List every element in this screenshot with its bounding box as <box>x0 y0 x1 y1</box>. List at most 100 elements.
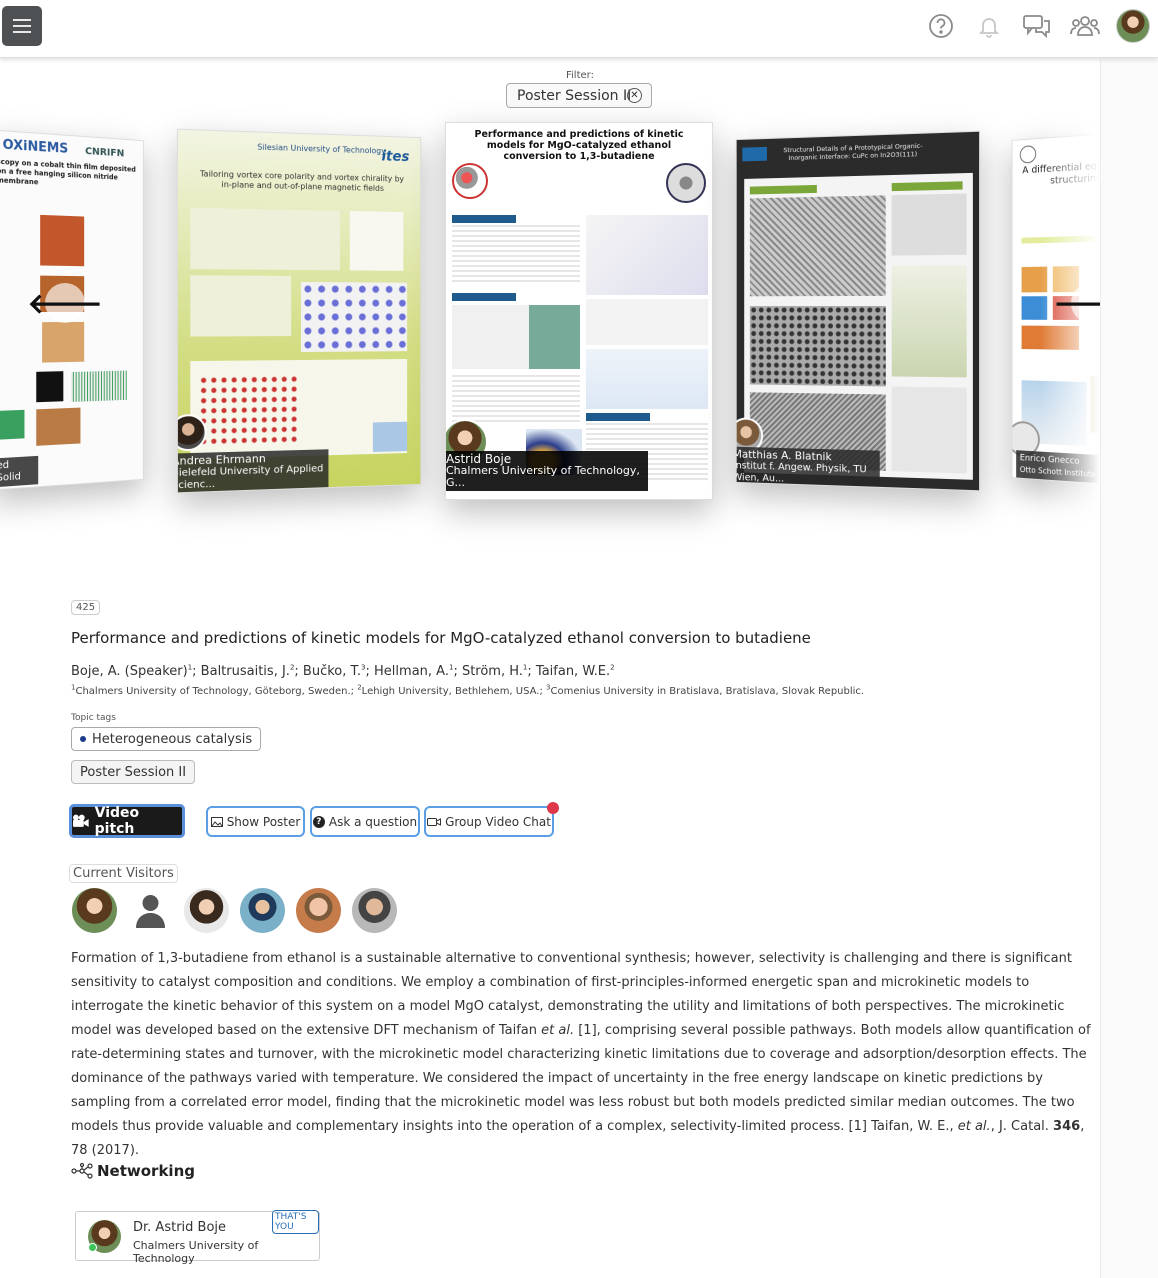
poster-card[interactable]: Structural Details of a Prototypical Org… <box>736 131 980 492</box>
poster-title: Tailoring vortex core polarity and vorte… <box>199 169 406 194</box>
affiliation-list: 1Chalmers University of Technology, Göte… <box>71 686 864 697</box>
topic-tags-label: Topic tags <box>71 713 116 723</box>
right-scroll-strip <box>1100 59 1158 1278</box>
presenter-affiliation: Bielefeld University of Applied Scienc..… <box>177 463 325 492</box>
menu-line <box>13 19 31 21</box>
abstract-emphasis: et al. <box>541 1023 574 1038</box>
poster-section-header <box>452 215 516 223</box>
poster-figure <box>350 211 404 271</box>
visitor-list <box>72 888 397 933</box>
poster-plot <box>71 371 127 402</box>
poster-text-block <box>190 208 340 271</box>
poster-title: Structural Details of a Prototypical Org… <box>775 141 932 162</box>
help-icon[interactable] <box>924 9 958 43</box>
poster-abstract: Formation of 1,3-butadiene from ethanol … <box>71 947 1091 1163</box>
carousel-prev-arrow-icon[interactable]: 🡐 <box>45 283 85 323</box>
ask-question-label: Ask a question <box>329 815 417 829</box>
filter-label: Filter: <box>566 70 594 81</box>
poster-plot <box>586 349 708 409</box>
presenter-affiliation: ed Solid <box>0 458 34 485</box>
group-video-chat-button[interactable]: Group Video Chat <box>424 806 554 837</box>
video-icon <box>427 817 441 827</box>
poster-title: Performance and predictions of kinetic m… <box>446 129 712 162</box>
abstract-text: [1], comprising several possible pathway… <box>71 1023 1091 1134</box>
chat-icon[interactable] <box>1020 9 1054 43</box>
video-pitch-label: Video pitch <box>95 805 182 837</box>
abstract-volume: 346 <box>1053 1119 1080 1134</box>
molecule-image <box>666 163 706 203</box>
visitor-avatar[interactable] <box>240 888 285 933</box>
poster-card-active[interactable]: Performance and predictions of kinetic m… <box>445 122 713 500</box>
poster-logo <box>1020 145 1036 164</box>
online-status-dot <box>88 1243 97 1252</box>
poster-id-badge: 425 <box>71 600 100 615</box>
poster-text-block <box>452 375 580 425</box>
poster-image <box>0 410 24 440</box>
topic-tag[interactable]: Heterogeneous catalysis <box>71 727 261 751</box>
presenter-affiliation: Chalmers University of Technology, G... <box>446 465 644 489</box>
poster-logo: ites <box>381 149 409 166</box>
poster-section-header <box>892 181 963 191</box>
current-visitors-label: Current Visitors <box>69 864 178 883</box>
poster-logo: Silesian University of Technology <box>257 143 385 156</box>
people-icon[interactable] <box>1068 9 1102 43</box>
presenter-label: Andrea Ehrmann Bielefeld University of A… <box>177 449 329 493</box>
visitor-avatar[interactable] <box>184 888 229 933</box>
presenter-label: Astrid Boje Chalmers University of Techn… <box>445 451 648 491</box>
poster-image <box>42 322 84 363</box>
poster-logo: CNRIFN <box>85 146 124 159</box>
molecule-image <box>452 163 488 199</box>
question-circle-icon: ? <box>313 816 325 828</box>
poster-section-header <box>750 185 817 195</box>
networking-card[interactable]: Dr. Astrid Boje Chalmers University of T… <box>75 1211 320 1261</box>
poster-image <box>750 306 886 386</box>
poster-plot <box>892 265 967 377</box>
visitor-avatar[interactable] <box>352 888 397 933</box>
show-poster-label: Show Poster <box>227 815 301 829</box>
session-tag[interactable]: Poster Session II <box>71 760 195 784</box>
poster-logo: OXiNEMS <box>3 137 69 156</box>
visitor-avatar[interactable] <box>72 888 117 933</box>
poster-text-block <box>586 299 708 345</box>
bell-icon[interactable] <box>972 9 1006 43</box>
group-video-chat-label: Group Video Chat <box>445 815 551 829</box>
notification-dot <box>547 802 559 814</box>
poster-plot <box>892 193 967 255</box>
video-camera-icon <box>72 814 90 828</box>
carousel-next-arrow-icon[interactable]: 🡒 <box>1071 283 1100 323</box>
menu-line <box>13 31 31 33</box>
topic-tag-label: Heterogeneous catalysis <box>92 732 252 747</box>
show-poster-button[interactable]: Show Poster <box>206 806 305 837</box>
visitor-avatar-placeholder[interactable] <box>128 888 173 933</box>
abstract-text: , J. Catal. <box>991 1119 1053 1134</box>
poster-image <box>36 408 80 446</box>
poster-figure <box>452 305 580 369</box>
tag-dot-icon <box>80 736 86 742</box>
ask-question-button[interactable]: ? Ask a question <box>310 806 420 837</box>
networking-affiliation: Chalmers University of Technology <box>133 1239 319 1265</box>
networking-heading: Networking <box>71 1162 195 1180</box>
video-pitch-button[interactable]: Video pitch <box>69 804 185 838</box>
hamburger-menu-button[interactable] <box>2 6 42 46</box>
filter-chip-text: Poster Session II <box>517 88 631 104</box>
presenter-label: Matthias A. Blatnik Institut f. Angew. P… <box>736 447 880 491</box>
poster-image <box>40 215 84 266</box>
presenter-label: ed Solid <box>0 456 38 488</box>
author-list: Boje, A. (Speaker)1; Baltrusaitis, J.2; … <box>71 664 615 679</box>
visitor-avatar[interactable] <box>296 888 341 933</box>
poster-image <box>36 371 63 402</box>
poster-text-block <box>892 387 967 474</box>
top-icons <box>924 9 1150 43</box>
thats-you-badge: THAT'S YOU <box>272 1210 319 1234</box>
presenter-affiliation: Institut f. Angew. Physik, TU Wien, Au..… <box>736 460 876 488</box>
poster-card[interactable]: Silesian University of Technology ites T… <box>177 129 421 494</box>
user-avatar[interactable] <box>1116 9 1150 43</box>
image-icon <box>211 817 223 827</box>
poster-image <box>750 195 886 296</box>
clear-filter-icon[interactable]: ✕ <box>627 88 642 103</box>
poster-figure <box>373 422 407 452</box>
menu-line <box>13 25 31 27</box>
top-bar <box>0 0 1158 58</box>
poster-title: Performance and predictions of kinetic m… <box>71 629 811 647</box>
poster-logo <box>742 147 767 161</box>
